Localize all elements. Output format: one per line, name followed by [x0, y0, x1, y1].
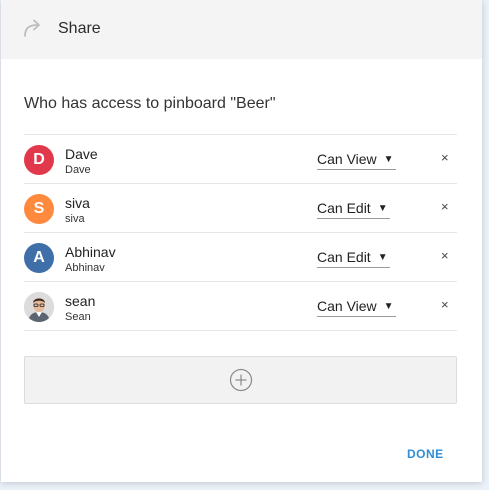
- permission-dropdown[interactable]: Can Edit ▼: [317, 247, 390, 268]
- permission-label: Can View: [317, 298, 377, 314]
- caret-down-icon: ▼: [383, 153, 394, 165]
- permission-label: Can Edit: [317, 200, 371, 216]
- avatar: A: [24, 243, 54, 273]
- caret-down-icon: ▼: [377, 251, 388, 263]
- user-name: Dave: [65, 146, 98, 162]
- permission-label: Can Edit: [317, 249, 371, 265]
- user-row-dave: D Dave Dave Can View ▼ ×: [24, 134, 457, 183]
- dialog-title: Share: [58, 20, 101, 37]
- user-username: Abhinav: [65, 262, 105, 274]
- share-arrow-icon: [24, 19, 40, 37]
- access-subtitle: Who has access to pinboard "Beer": [24, 95, 276, 112]
- remove-user-button[interactable]: ×: [441, 248, 449, 263]
- user-row-abhinav: A Abhinav Abhinav Can Edit ▼ ×: [24, 232, 457, 281]
- caret-down-icon: ▼: [377, 202, 388, 214]
- caret-down-icon: ▼: [383, 300, 394, 312]
- avatar-photo: [24, 292, 54, 322]
- remove-user-button[interactable]: ×: [441, 199, 449, 214]
- user-username: siva: [65, 213, 85, 225]
- permission-dropdown[interactable]: Can View ▼: [317, 296, 396, 317]
- user-username: Sean: [65, 311, 91, 323]
- user-row-sean: sean Sean Can View ▼ ×: [24, 281, 457, 331]
- person-photo-icon: [24, 292, 54, 322]
- permission-label: Can View: [317, 151, 377, 167]
- done-button[interactable]: DONE: [407, 447, 444, 461]
- user-username: Dave: [65, 164, 91, 176]
- permission-dropdown[interactable]: Can View ▼: [317, 149, 396, 170]
- remove-user-button[interactable]: ×: [441, 150, 449, 165]
- plus-circle-icon: [229, 368, 252, 392]
- user-name: Abhinav: [65, 244, 116, 260]
- share-dialog: Share Who has access to pinboard "Beer" …: [1, 0, 482, 482]
- avatar: D: [24, 145, 54, 175]
- add-user-button[interactable]: [24, 356, 457, 404]
- permission-dropdown[interactable]: Can Edit ▼: [317, 198, 390, 219]
- user-name: sean: [65, 293, 96, 309]
- dialog-header: Share: [1, 0, 482, 59]
- user-row-siva: S siva siva Can Edit ▼ ×: [24, 183, 457, 232]
- user-access-list: D Dave Dave Can View ▼ × S siva siva Can…: [24, 134, 457, 331]
- remove-user-button[interactable]: ×: [441, 297, 449, 312]
- user-name: siva: [65, 195, 90, 211]
- avatar: S: [24, 194, 54, 224]
